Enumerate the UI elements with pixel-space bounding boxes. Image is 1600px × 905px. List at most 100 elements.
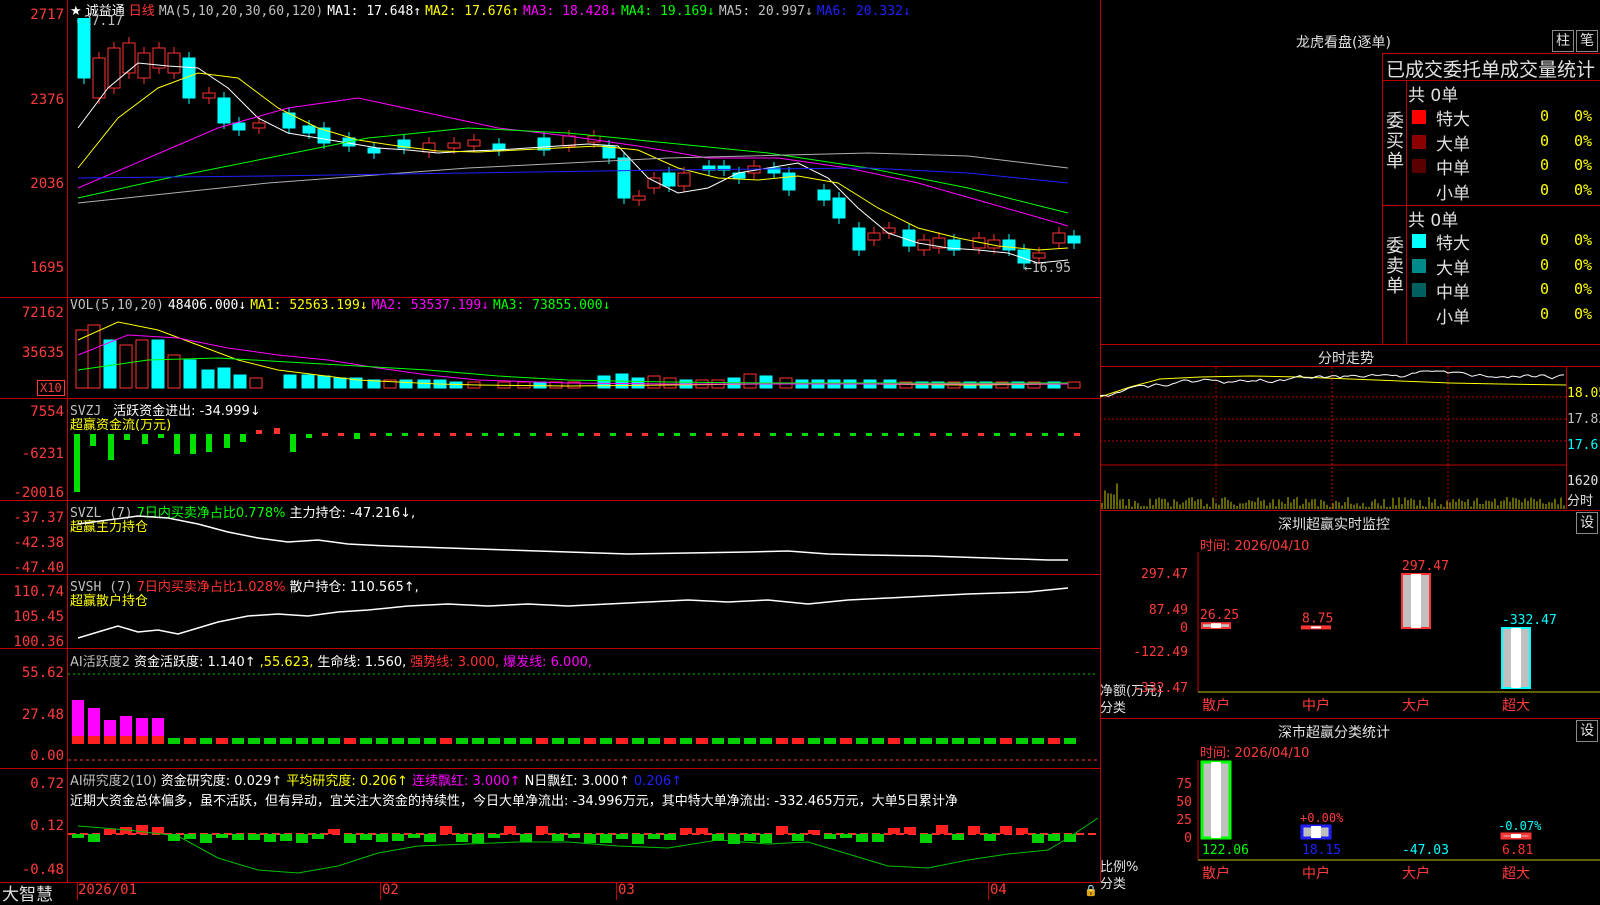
fund-flow-bar [206, 434, 212, 452]
candle [818, 190, 830, 200]
fund-flow-bar [418, 433, 424, 436]
svsh-ytick-1: 110.74 [0, 584, 64, 600]
activity-bar [536, 738, 548, 744]
monitor-value-label: 8.75 [1302, 611, 1333, 626]
ma-legend-2: MA2: 17.676↑ [425, 4, 519, 19]
tick-toggle-button[interactable]: 笔 [1576, 30, 1598, 52]
monitor-category-label: 散户 [1202, 697, 1230, 714]
monitor-settings-button[interactable]: 设 [1576, 512, 1598, 534]
svzl-ytick-1: -37.37 [0, 510, 64, 526]
ma-legend: MA1: 17.648↑ MA2: 17.676↑ MA3: 18.428↓ MA4:… [327, 4, 915, 19]
divider [0, 574, 1100, 575]
svsh-chart[interactable] [68, 576, 1098, 648]
lock-icon[interactable]: 🔒 [1084, 884, 1098, 897]
volume-bar [400, 380, 412, 388]
classify-chart[interactable]: 75 50 25 0 +0.00% -0.07% 122.06 18.15 -47.03 6.81… [1100, 760, 1600, 900]
activity-bar [232, 738, 244, 744]
activity-bar [792, 738, 804, 744]
sell-total: 共 0单 [1408, 206, 1458, 231]
research-bar [344, 834, 356, 843]
monitor-bar-highlight [1211, 623, 1221, 628]
row-count: 0 [1540, 305, 1549, 323]
row-percent: 0% [1574, 132, 1592, 150]
fund-flow-bar [642, 433, 648, 436]
fund-flow-bar [594, 433, 600, 436]
bar-toggle-button[interactable]: 柱 [1552, 30, 1574, 52]
activity-bar [984, 738, 996, 744]
intraday-ytick-3: 17.61 [1567, 438, 1600, 453]
activity-bar [360, 738, 372, 744]
activity-bar [760, 738, 772, 744]
buy-total: 共 0单 [1408, 81, 1458, 106]
intraday-vol-tick: 1620 [1567, 474, 1598, 489]
row-count: 0 [1540, 181, 1549, 199]
divider [0, 500, 1100, 501]
activity-bar [1032, 738, 1044, 744]
monitor-value-label: -332.47 [1502, 613, 1557, 628]
candle [903, 230, 915, 246]
research-bar [760, 834, 772, 843]
volume-bar [168, 355, 180, 388]
monitor-value-label: 26.25 [1200, 608, 1239, 623]
candle [1033, 253, 1045, 258]
candle [783, 173, 795, 190]
classify-settings-button[interactable]: 设 [1576, 720, 1598, 742]
activity-bar [824, 738, 836, 744]
activity-bar [152, 736, 164, 744]
research-bar [968, 826, 980, 834]
research-bar [200, 834, 212, 843]
activity-bar [1048, 738, 1060, 744]
research-bar [888, 828, 900, 834]
intraday-chart[interactable] [1100, 367, 1566, 509]
research-bar [216, 834, 228, 838]
dragon-header: 已成交委托单成交量统计 [1386, 55, 1595, 82]
activity-bar [200, 738, 212, 744]
activity-bar [168, 738, 180, 744]
ai-research-chart[interactable] [68, 808, 1098, 880]
period-label[interactable]: 日线 [129, 4, 155, 19]
x-label-1: 2026/01 [78, 882, 137, 898]
research-bar [648, 834, 660, 839]
fund-flow-bar [434, 433, 440, 436]
svzl-chart[interactable] [68, 502, 1098, 574]
research-bar [584, 834, 596, 843]
classify-category-label: 中户 [1302, 865, 1330, 882]
activity-bar [504, 738, 516, 744]
ai2-chart[interactable] [68, 650, 1098, 768]
main-title: ★ 诚益通 日线 MA(5,10,20,30,60,120) MA1: 17.648↑… [70, 0, 919, 19]
research-bar [184, 834, 196, 839]
fund-flow-bar [124, 434, 130, 440]
monitor-bar-highlight [1511, 628, 1521, 688]
svzj-chart[interactable] [68, 400, 1098, 500]
fund-flow-bar [658, 433, 664, 436]
activity-bar [1064, 738, 1076, 744]
volume-bar [744, 374, 756, 388]
research-bar [552, 834, 564, 841]
monitor-ytick: -122.49 [1133, 645, 1188, 660]
candle [1068, 236, 1080, 243]
monitor-ytick: 0 [1180, 621, 1188, 636]
classify-value-label: 6.81 [1502, 843, 1533, 858]
legend-swatch [1412, 110, 1426, 124]
classify-value-label: -47.03 [1402, 843, 1449, 858]
row-name: 中单 [1436, 154, 1470, 179]
activity-bar [392, 738, 404, 744]
activity-bar [664, 738, 676, 744]
fund-flow-bar [1042, 433, 1048, 436]
classify-pct-label: +0.00% [1300, 811, 1344, 825]
research-bar [472, 834, 484, 843]
research-bar [936, 825, 948, 834]
research-bar [680, 828, 692, 834]
price-chart[interactable] [68, 18, 1098, 298]
candle [468, 140, 480, 146]
volume-bar [664, 378, 676, 388]
fund-flow-bar [1058, 433, 1064, 436]
activity-bar [632, 738, 644, 744]
research-bar [1064, 834, 1076, 842]
activity-bar [328, 738, 340, 744]
monitor-chart[interactable]: 297.47 87.49 0 -122.49 -332.47 26.25 8.75 297.4… [1100, 552, 1600, 718]
activity-bar [280, 738, 292, 744]
volume-bar [136, 340, 148, 388]
classify-ytick: 75 [1176, 777, 1192, 792]
volume-chart[interactable] [68, 300, 1098, 398]
